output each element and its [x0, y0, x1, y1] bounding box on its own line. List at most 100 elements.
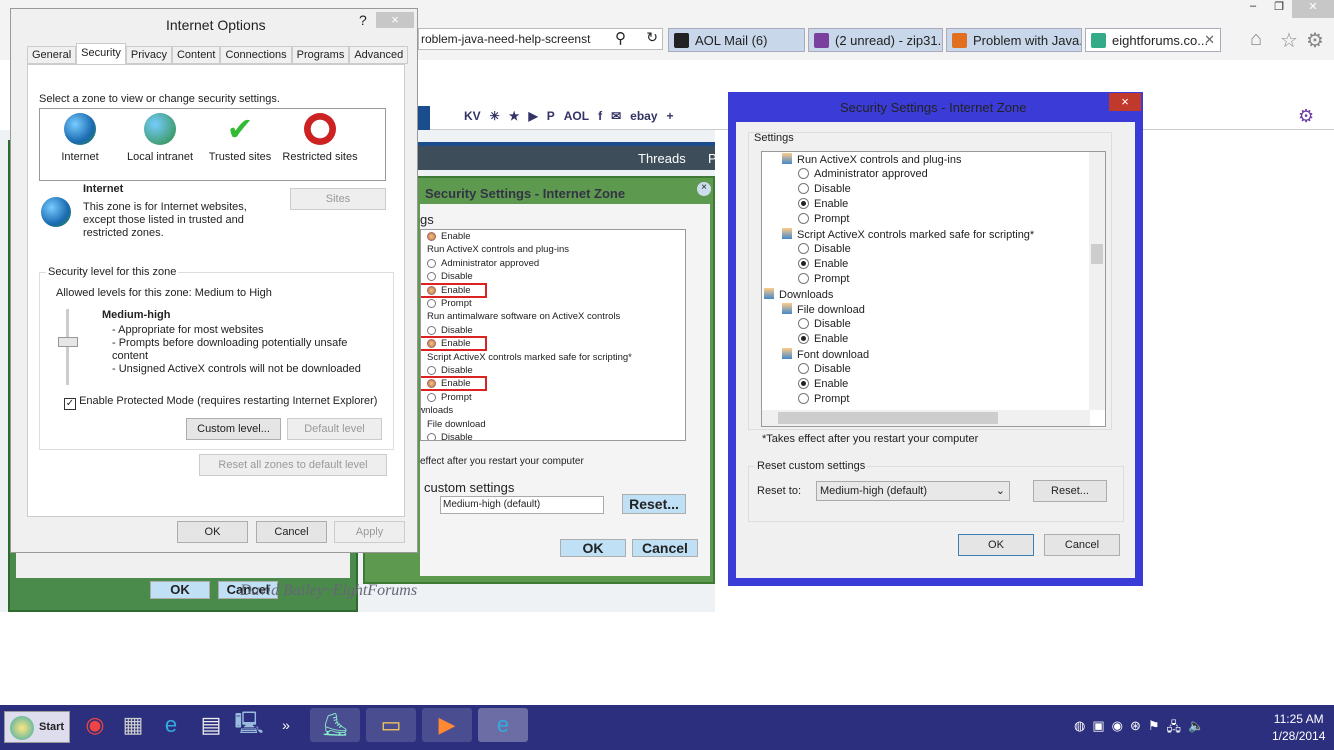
reset-select[interactable]: Medium-high (default)	[440, 496, 604, 514]
radio-option[interactable]: Prompt	[798, 393, 849, 405]
radio-option[interactable]: Disable	[798, 363, 851, 375]
app-pinned-icon[interactable]: ⛸	[310, 708, 360, 742]
default-level-button[interactable]: Default level	[287, 418, 382, 440]
radio-option[interactable]: Enable	[798, 198, 848, 210]
settings-gear-icon[interactable]: ⚙	[1298, 106, 1314, 127]
favorite-link[interactable]: +	[667, 109, 674, 123]
refresh-icon[interactable]: ↻	[646, 29, 658, 46]
radio-icon[interactable]	[798, 273, 809, 284]
flag-icon[interactable]: ⚑	[1148, 718, 1160, 740]
cancel-button[interactable]: Cancel	[1044, 534, 1120, 556]
help-button[interactable]: ?	[359, 12, 367, 28]
tools-icon[interactable]: ▦	[116, 708, 150, 742]
computer-icon[interactable]: 🖳	[232, 708, 266, 742]
favorite-link[interactable]: ✳	[490, 109, 500, 123]
zone-local-intranet[interactable]: Local intranet	[120, 109, 200, 180]
radio-icon[interactable]	[798, 318, 809, 329]
radio-icon[interactable]	[798, 198, 809, 209]
ok-button[interactable]: OK	[177, 521, 248, 543]
ok-button[interactable]: OK	[958, 534, 1034, 556]
radio-icon[interactable]	[427, 392, 436, 402]
radio-option[interactable]: Disable	[427, 325, 473, 336]
custom-level-button[interactable]: Custom level...	[186, 418, 281, 440]
zone-internet[interactable]: Internet	[40, 109, 120, 180]
favorite-link[interactable]: ✉	[611, 109, 621, 123]
radio-option[interactable]: Administrator approved	[798, 168, 928, 180]
ie-running-icon[interactable]: e	[478, 708, 528, 742]
internet-explorer-icon[interactable]: e	[154, 708, 188, 742]
radio-icon[interactable]	[798, 213, 809, 224]
favorite-link[interactable]: ▶	[529, 109, 538, 123]
radio-icon[interactable]	[798, 168, 809, 179]
tab-privacy[interactable]: Privacy	[125, 46, 172, 64]
chrome-icon[interactable]: ◉	[78, 708, 112, 742]
favorite-link[interactable]: ebay	[630, 109, 657, 123]
favorite-link[interactable]: P	[547, 109, 555, 123]
tab-security[interactable]: Security	[76, 43, 126, 64]
volume-icon[interactable]: 🔈	[1188, 718, 1204, 740]
zone-restricted-sites[interactable]: Restricted sites	[280, 109, 360, 180]
file-explorer-icon[interactable]: ▭	[366, 708, 416, 742]
browser-tab[interactable]: eightforums.co... ✕	[1085, 28, 1221, 52]
sites-button[interactable]: Sites	[290, 188, 386, 210]
green-settings-list[interactable]: Enable Run ActiveX controls and plug-ins A…	[420, 229, 686, 441]
close-icon[interactable]: ×	[697, 182, 711, 196]
radio-option[interactable]: Enable	[798, 378, 848, 390]
sync-icon[interactable]: ⊛	[1130, 718, 1141, 740]
radio-option[interactable]: Enable	[798, 258, 848, 270]
radio-icon[interactable]	[427, 272, 436, 282]
zone-trusted-sites[interactable]: ✔ Trusted sites	[200, 109, 280, 180]
browser-tab[interactable]: Problem with Java...	[946, 28, 1082, 52]
radio-option[interactable]: Prompt	[798, 213, 849, 225]
home-icon[interactable]: ⌂	[1250, 28, 1262, 51]
gear-icon[interactable]: ⚙	[1306, 28, 1324, 53]
radio-icon[interactable]	[427, 258, 436, 268]
security-level-slider[interactable]	[56, 309, 80, 385]
tab-content[interactable]: Content	[171, 46, 221, 64]
start-button[interactable]: Start	[4, 711, 70, 743]
radio-icon[interactable]	[798, 183, 809, 194]
favorites-icon[interactable]: ☆	[1280, 28, 1298, 53]
reset-button[interactable]: Reset...	[622, 494, 686, 514]
ok-button[interactable]: OK	[560, 539, 626, 557]
radio-icon[interactable]	[798, 243, 809, 254]
radio-icon[interactable]	[798, 378, 809, 389]
favorite-link[interactable]: AOL	[564, 109, 589, 123]
radio-option[interactable]: Prompt	[798, 273, 849, 285]
radio-icon[interactable]	[798, 393, 809, 404]
checkbox-icon[interactable]: ✓	[64, 398, 76, 410]
close-window-button[interactable]: ✕	[1292, 0, 1334, 18]
reset-all-zones-button[interactable]: Reset all zones to default level	[199, 454, 387, 476]
radio-option[interactable]: Enable	[798, 333, 848, 345]
browser-tray-icon[interactable]: ◉	[1112, 718, 1123, 740]
radio-icon[interactable]	[798, 258, 809, 269]
radio-option[interactable]: Disable	[427, 271, 473, 282]
radio-option[interactable]: Administrator approved	[427, 258, 539, 269]
radio-icon[interactable]	[427, 325, 436, 335]
tab-programs[interactable]: Programs	[291, 46, 350, 64]
close-button[interactable]: ×	[376, 12, 414, 28]
browser-tab[interactable]: (2 unread) - zip31...	[808, 28, 943, 52]
radio-option[interactable]: Disable	[798, 318, 851, 330]
favorite-link[interactable]: f	[598, 109, 602, 123]
radio-icon[interactable]	[427, 433, 436, 440]
radio-icon[interactable]	[798, 333, 809, 344]
favorite-link[interactable]: ★	[509, 109, 520, 123]
search-icon[interactable]: ⚲	[615, 29, 626, 47]
tab-general[interactable]: General	[27, 46, 77, 64]
apply-button[interactable]: Apply	[334, 521, 405, 543]
nav-next[interactable]: P	[708, 151, 717, 166]
nav-threads[interactable]: Threads	[638, 151, 686, 166]
radio-option[interactable]: Disable	[427, 365, 473, 376]
radio-option[interactable]: Disable	[798, 243, 851, 255]
radio-icon[interactable]	[427, 232, 436, 241]
vertical-scrollbar[interactable]	[1089, 152, 1105, 410]
slider-thumb[interactable]	[58, 337, 78, 347]
favorite-link[interactable]: KV	[464, 109, 481, 123]
cancel-button[interactable]: Cancel	[256, 521, 327, 543]
minimize-button[interactable]: –	[1240, 0, 1266, 18]
radio-icon[interactable]	[798, 363, 809, 374]
old-ok-button[interactable]: OK	[150, 581, 210, 599]
horizontal-scrollbar[interactable]	[762, 410, 1090, 426]
radio-icon[interactable]	[427, 366, 436, 375]
